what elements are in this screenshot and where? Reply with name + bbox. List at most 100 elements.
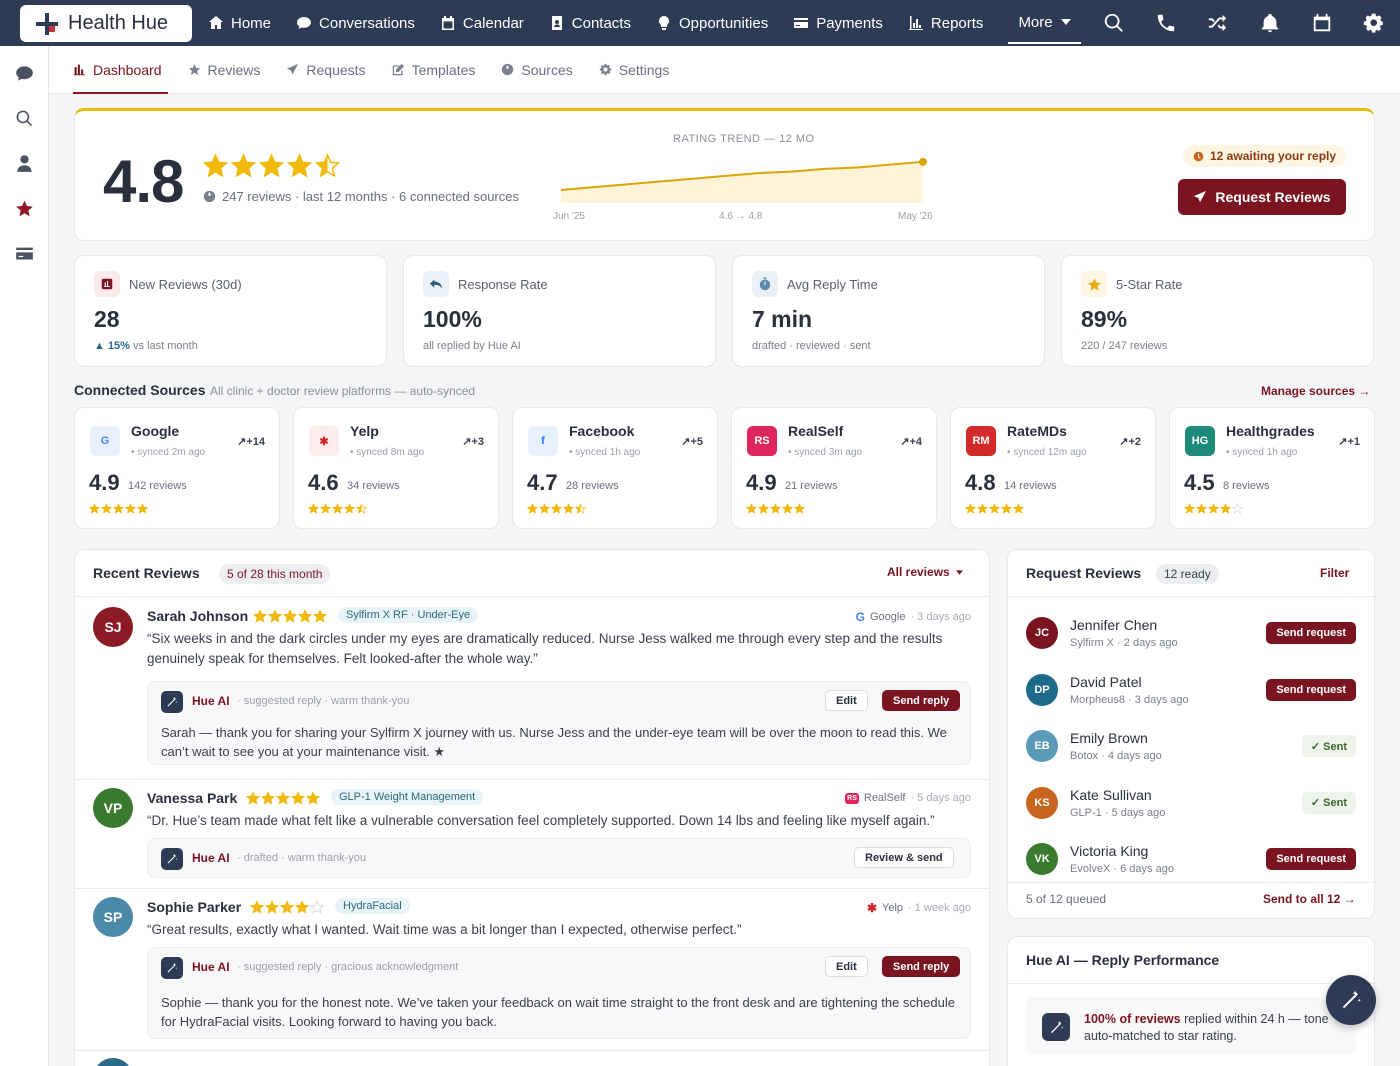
nav-label: Calendar bbox=[462, 14, 524, 32]
treatment-tag: Sylfirm X RF · Under-Eye bbox=[338, 607, 479, 623]
contacts-icon bbox=[551, 16, 562, 30]
send-to-all-link[interactable]: Send to all 12 → bbox=[1263, 892, 1356, 906]
source-sync: • synced 1h ago bbox=[1226, 447, 1298, 458]
send-request-button[interactable]: Send request bbox=[1266, 678, 1356, 701]
rail-payments[interactable] bbox=[0, 231, 49, 276]
stat-avg-reply-time: Avg Reply Time 7 min drafted · reviewed … bbox=[732, 255, 1045, 367]
nav-contacts[interactable]: Contacts bbox=[549, 0, 631, 46]
tab-settings[interactable]: Settings bbox=[599, 46, 669, 94]
tab-templates[interactable]: Templates bbox=[392, 46, 475, 94]
source-sync-text: synced 8m ago bbox=[356, 447, 425, 458]
source-logo-icon: G bbox=[90, 426, 120, 456]
awaiting-reply-badge[interactable]: 12 awaiting your reply bbox=[1183, 145, 1347, 167]
star-filled-icon bbox=[746, 503, 757, 514]
reviews-filter-dropdown[interactable]: All reviews bbox=[887, 565, 963, 579]
send-request-button[interactable]: Send request bbox=[1266, 622, 1356, 644]
source-card-yelp[interactable]: ✱ Yelp • synced 8m ago ↗+3 4.6 34 reviews bbox=[293, 407, 499, 529]
nav-label: Home bbox=[231, 14, 272, 32]
treatment-tag: HydraFacial bbox=[335, 898, 410, 914]
ai-meta: · drafted · warm thank-you bbox=[237, 852, 366, 864]
source-count: 21 reviews bbox=[785, 480, 838, 492]
patient-treatment: GLP-1 · 5 days ago bbox=[1070, 806, 1166, 819]
rating-trend-chart bbox=[560, 157, 927, 203]
hue-ai-fab[interactable] bbox=[1326, 975, 1376, 1025]
source-card-ratemds[interactable]: RM RateMDs • synced 12m ago ↗+2 4.8 14 review… bbox=[950, 407, 1156, 529]
avatar: JC bbox=[1026, 617, 1058, 649]
send-reply-button[interactable]: Send reply bbox=[882, 690, 961, 711]
review-and-send-button[interactable]: Review & send bbox=[854, 847, 954, 868]
rail-search[interactable] bbox=[0, 96, 49, 141]
avatar bbox=[93, 1058, 133, 1066]
nav-opportunities[interactable]: Opportunities bbox=[656, 0, 768, 46]
source-delta-value: +1 bbox=[1347, 436, 1360, 448]
tab-reviews[interactable]: Reviews bbox=[188, 46, 261, 94]
avatar: VK bbox=[1026, 843, 1058, 875]
request-row: JC Jennifer Chen Sylfirm X · 2 days ago Sen… bbox=[1008, 607, 1374, 663]
ai-reply-text[interactable]: Sarah — thank you for sharing your Sylfi… bbox=[161, 723, 961, 761]
stat-label: Response Rate bbox=[458, 277, 548, 292]
edit-reply-button[interactable]: Edit bbox=[825, 956, 868, 977]
nav-conversations[interactable]: Conversations bbox=[296, 0, 415, 46]
calendar-button[interactable] bbox=[1296, 0, 1348, 46]
trend-endpoint bbox=[919, 157, 927, 166]
settings-button[interactable] bbox=[1348, 0, 1400, 46]
source-card-facebook[interactable]: f Facebook • synced 1h ago ↗+5 4.7 28 reviews bbox=[512, 407, 718, 529]
notifications-button[interactable] bbox=[1244, 0, 1296, 46]
review-text: “Six weeks in and the dark circles under… bbox=[147, 631, 943, 666]
search-button[interactable] bbox=[1088, 0, 1140, 46]
stat-icon-box bbox=[1081, 271, 1107, 297]
tab-sources[interactable]: Sources bbox=[501, 46, 573, 94]
avatar: DP bbox=[1026, 673, 1058, 706]
stat-change: ▲ 15% bbox=[94, 340, 130, 352]
star-filled-icon bbox=[295, 900, 309, 914]
source-card-google[interactable]: G Google • synced 2m ago ↗+14 4.9 142 reviews bbox=[74, 407, 280, 529]
ai-label: Hue AI bbox=[192, 694, 230, 708]
send-reply-button[interactable]: Send reply bbox=[882, 956, 961, 977]
logo[interactable]: Health Hue bbox=[20, 5, 192, 42]
phone-button[interactable] bbox=[1140, 0, 1192, 46]
source-delta-value: +5 bbox=[690, 436, 703, 448]
send-icon bbox=[1194, 190, 1207, 203]
edit-reply-button[interactable]: Edit bbox=[825, 690, 868, 711]
tab-label: Reviews bbox=[207, 61, 261, 78]
nav-payments[interactable]: Payments bbox=[793, 0, 883, 46]
search-icon bbox=[1104, 13, 1123, 32]
source-card-healthgrades[interactable]: HG Healthgrades • synced 1h ago ↗+1 4.5 8 rev… bbox=[1169, 407, 1375, 529]
source-card-realself[interactable]: RS RealSelf • synced 3m ago ↗+4 4.9 21 review… bbox=[731, 407, 937, 529]
nav-more[interactable]: More bbox=[1008, 2, 1081, 44]
sources-desc: All clinic + doctor review platforms — a… bbox=[210, 384, 476, 398]
nav-home[interactable]: Home bbox=[208, 0, 271, 46]
send-request-button[interactable]: Send request bbox=[1266, 848, 1356, 870]
rail-conversations[interactable] bbox=[0, 51, 49, 96]
manage-sources-link[interactable]: Manage sources → bbox=[1261, 384, 1370, 398]
avatar: VP bbox=[93, 788, 133, 828]
card-icon bbox=[794, 18, 809, 28]
review-time: · 5 days ago bbox=[910, 792, 971, 804]
ai-reply-text[interactable]: Sophie — thank you for the honest note. … bbox=[161, 993, 961, 1031]
star-filled-icon bbox=[265, 900, 279, 914]
search-icon bbox=[16, 110, 33, 127]
review-time: · 1 week ago bbox=[908, 902, 971, 914]
tab-dashboard[interactable]: Dashboard bbox=[73, 46, 167, 94]
request-filter-button[interactable]: Filter bbox=[1320, 566, 1349, 580]
star-filled-icon bbox=[1208, 503, 1219, 514]
performance-highlight: 100% of reviews bbox=[1084, 1012, 1181, 1026]
reply-icon bbox=[429, 279, 443, 289]
nav-reports[interactable]: Reports bbox=[908, 0, 983, 46]
nav-calendar[interactable]: Calendar bbox=[440, 0, 524, 46]
source-delta: ↗+1 bbox=[1338, 435, 1360, 448]
lightbulb-icon bbox=[658, 16, 669, 30]
star-filled-icon bbox=[551, 503, 562, 514]
request-footer: 5 of 12 queued bbox=[1026, 892, 1107, 906]
rail-reviews[interactable] bbox=[0, 186, 49, 231]
request-reviews-button[interactable]: Request Reviews bbox=[1178, 179, 1346, 215]
rail-contacts[interactable] bbox=[0, 141, 49, 186]
reviewer-name: Vanessa Park bbox=[147, 790, 238, 806]
request-row: KS Kate Sullivan GLP-1 · 5 days ago ✓ Sent bbox=[1008, 777, 1374, 833]
stopwatch-icon bbox=[759, 277, 771, 291]
star-filled-icon bbox=[539, 503, 550, 514]
source-stars bbox=[89, 503, 148, 514]
review-item: VP Vanessa Park GLP-1 Weight Management … bbox=[75, 779, 989, 888]
shuffle-button[interactable] bbox=[1192, 0, 1244, 46]
tab-requests[interactable]: Requests bbox=[286, 46, 366, 94]
